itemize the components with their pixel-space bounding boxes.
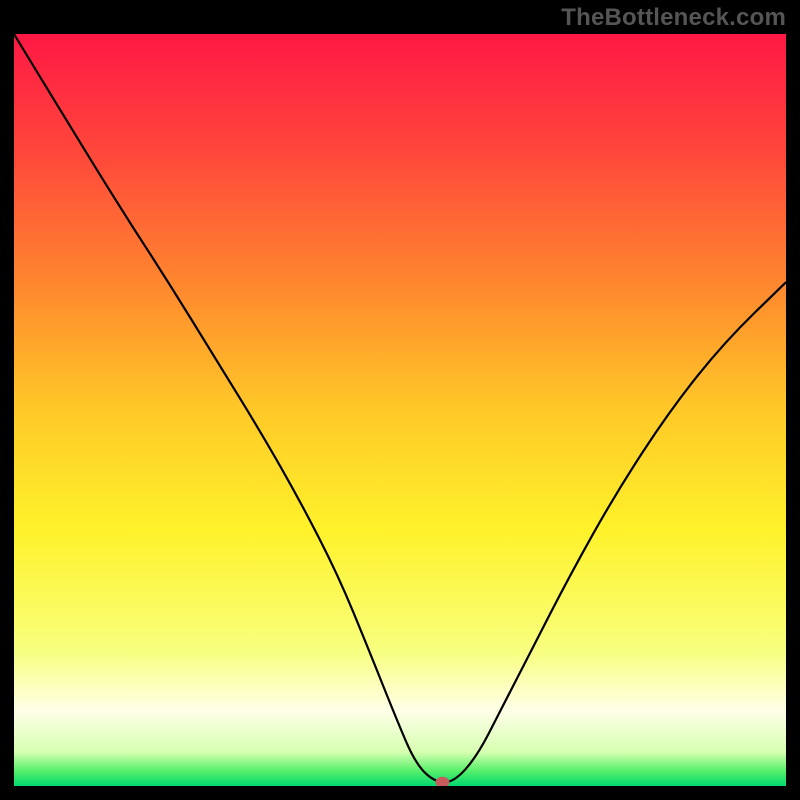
black-frame: TheBottleneck.com [0, 0, 800, 800]
chart-svg [14, 34, 786, 786]
plot-area [14, 34, 786, 786]
watermark-text: TheBottleneck.com [561, 4, 786, 32]
